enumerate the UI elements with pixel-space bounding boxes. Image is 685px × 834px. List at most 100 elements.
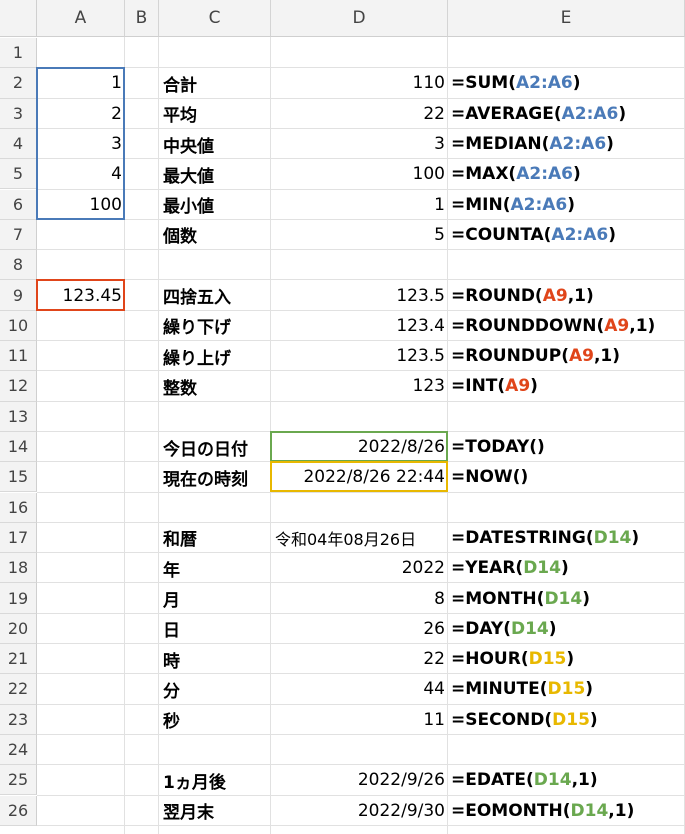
cell-e6[interactable]: =MIN(A2:A6) <box>448 190 685 220</box>
row-header-25[interactable]: 25 <box>0 765 37 796</box>
cell-c4[interactable]: 中央値 <box>159 129 271 159</box>
cell-c19[interactable]: 月 <box>159 583 271 613</box>
row-header-12[interactable]: 12 <box>0 371 37 402</box>
cell-d5[interactable]: 100 <box>271 159 448 189</box>
cell-c25[interactable]: 1ヵ月後 <box>159 765 271 795</box>
cell-e15[interactable]: =NOW() <box>448 462 685 492</box>
cell-a3[interactable]: 2 <box>37 99 125 129</box>
cell-d12[interactable]: 123 <box>271 371 448 401</box>
cell-e17[interactable]: =DATESTRING(D14) <box>448 523 685 553</box>
row-header-23[interactable]: 23 <box>0 704 37 735</box>
row-header-11[interactable]: 11 <box>0 341 37 372</box>
cell-a2[interactable]: 1 <box>37 68 125 98</box>
cell-d15[interactable]: 2022/8/26 22:44 <box>271 462 448 492</box>
row-header-13[interactable]: 13 <box>0 401 37 432</box>
cell-d7[interactable]: 5 <box>271 220 448 250</box>
cell-c10[interactable]: 繰り下げ <box>159 311 271 341</box>
row-header-15[interactable]: 15 <box>0 462 37 493</box>
column-header-e[interactable]: E <box>448 0 685 37</box>
spreadsheet-grid[interactable]: ABCDE 1 2 3 4 5 6 7 8 9 10 11 12 13 14 15 16 17 18 19 20 21 2… <box>0 0 685 834</box>
row-header-4[interactable]: 4 <box>0 128 37 160</box>
cell-e20[interactable]: =DAY(D14) <box>448 614 685 644</box>
cell-d22[interactable]: 44 <box>271 674 448 704</box>
cell-c23[interactable]: 秒 <box>159 705 271 735</box>
row-header-7[interactable]: 7 <box>0 219 37 251</box>
column-header-d[interactable]: D <box>271 0 448 37</box>
cell-e26[interactable]: =EOMONTH(D14,1) <box>448 796 685 826</box>
row-header-26[interactable]: 26 <box>0 795 37 826</box>
cell-d26[interactable]: 2022/9/30 <box>271 796 448 826</box>
cell-e4[interactable]: =MEDIAN(A2:A6) <box>448 129 685 159</box>
cell-d3[interactable]: 22 <box>271 99 448 129</box>
cell-d4[interactable]: 3 <box>271 129 448 159</box>
row-header-9[interactable]: 9 <box>0 280 37 311</box>
cell-e21[interactable]: =HOUR(D15) <box>448 644 685 674</box>
row-header-3[interactable]: 3 <box>0 98 37 129</box>
cell-d10[interactable]: 123.4 <box>271 311 448 341</box>
cell-e22[interactable]: =MINUTE(D15) <box>448 674 685 704</box>
row-header-18[interactable]: 18 <box>0 553 37 584</box>
cell-c9[interactable]: 四捨五入 <box>159 280 271 310</box>
row-header-8[interactable]: 8 <box>0 250 37 281</box>
cell-d9[interactable]: 123.5 <box>271 280 448 310</box>
cell-e19[interactable]: =MONTH(D14) <box>448 583 685 613</box>
row-header-20[interactable]: 20 <box>0 613 37 644</box>
cell-d23[interactable]: 11 <box>271 705 448 735</box>
cell-c17[interactable]: 和暦 <box>159 523 271 553</box>
cell-c21[interactable]: 時 <box>159 644 271 674</box>
cell-e11[interactable]: =ROUNDUP(A9,1) <box>448 341 685 371</box>
cell-e12[interactable]: =INT(A9) <box>448 371 685 401</box>
cell-c3[interactable]: 平均 <box>159 99 271 129</box>
cell-e5[interactable]: =MAX(A2:A6) <box>448 159 685 189</box>
row-header-21[interactable]: 21 <box>0 644 37 675</box>
cell-e3[interactable]: =AVERAGE(A2:A6) <box>448 99 685 129</box>
cell-e23[interactable]: =SECOND(D15) <box>448 705 685 735</box>
cell-e25[interactable]: =EDATE(D14,1) <box>448 765 685 795</box>
cell-c7[interactable]: 個数 <box>159 220 271 250</box>
row-header-22[interactable]: 22 <box>0 674 37 705</box>
cell-d2[interactable]: 110 <box>271 68 448 98</box>
cell-c6[interactable]: 最小値 <box>159 190 271 220</box>
cell-e10[interactable]: =ROUNDDOWN(A9,1) <box>448 311 685 341</box>
cell-d25[interactable]: 2022/9/26 <box>271 765 448 795</box>
cell-a5[interactable]: 4 <box>37 159 125 189</box>
row-header-19[interactable]: 19 <box>0 583 37 614</box>
cell-d21[interactable]: 22 <box>271 644 448 674</box>
cell-a9[interactable]: 123.45 <box>37 280 125 310</box>
cell-c15[interactable]: 現在の時刻 <box>159 462 271 492</box>
cell-c12[interactable]: 整数 <box>159 371 271 401</box>
cell-c5[interactable]: 最大値 <box>159 159 271 189</box>
row-header-5[interactable]: 5 <box>0 159 37 190</box>
cell-e18[interactable]: =YEAR(D14) <box>448 553 685 583</box>
cell-e14[interactable]: =TODAY() <box>448 432 685 462</box>
row-header-24[interactable]: 24 <box>0 734 37 766</box>
cell-c14[interactable]: 今日の日付 <box>159 432 271 462</box>
cell-d18[interactable]: 2022 <box>271 553 448 583</box>
cell-c22[interactable]: 分 <box>159 674 271 704</box>
cell-d11[interactable]: 123.5 <box>271 341 448 371</box>
cell-c18[interactable]: 年 <box>159 553 271 583</box>
cell-e9[interactable]: =ROUND(A9,1) <box>448 280 685 310</box>
row-header-10[interactable]: 10 <box>0 310 37 341</box>
cell-d6[interactable]: 1 <box>271 190 448 220</box>
cell-d17[interactable]: 令和04年08月26日 <box>271 523 448 553</box>
cell-d20[interactable]: 26 <box>271 614 448 644</box>
cell-d19[interactable]: 8 <box>271 583 448 613</box>
cell-c20[interactable]: 日 <box>159 614 271 644</box>
row-header-1[interactable]: 1 <box>0 38 37 69</box>
cell-e2[interactable]: =SUM(A2:A6) <box>448 68 685 98</box>
row-header-14[interactable]: 14 <box>0 431 37 463</box>
row-header-2[interactable]: 2 <box>0 68 37 99</box>
cell-c2[interactable]: 合計 <box>159 68 271 98</box>
column-header-b[interactable]: B <box>125 0 159 37</box>
cell-e7[interactable]: =COUNTA(A2:A6) <box>448 220 685 250</box>
cell-d14[interactable]: 2022/8/26 <box>271 432 448 462</box>
column-header-c[interactable]: C <box>159 0 271 37</box>
column-header-a[interactable]: A <box>37 0 125 37</box>
row-header-16[interactable]: 16 <box>0 492 37 523</box>
cell-c26[interactable]: 翌月末 <box>159 796 271 826</box>
cell-a4[interactable]: 3 <box>37 129 125 159</box>
row-header-17[interactable]: 17 <box>0 522 37 554</box>
select-all-corner[interactable] <box>0 0 37 37</box>
row-header-6[interactable]: 6 <box>0 189 37 220</box>
